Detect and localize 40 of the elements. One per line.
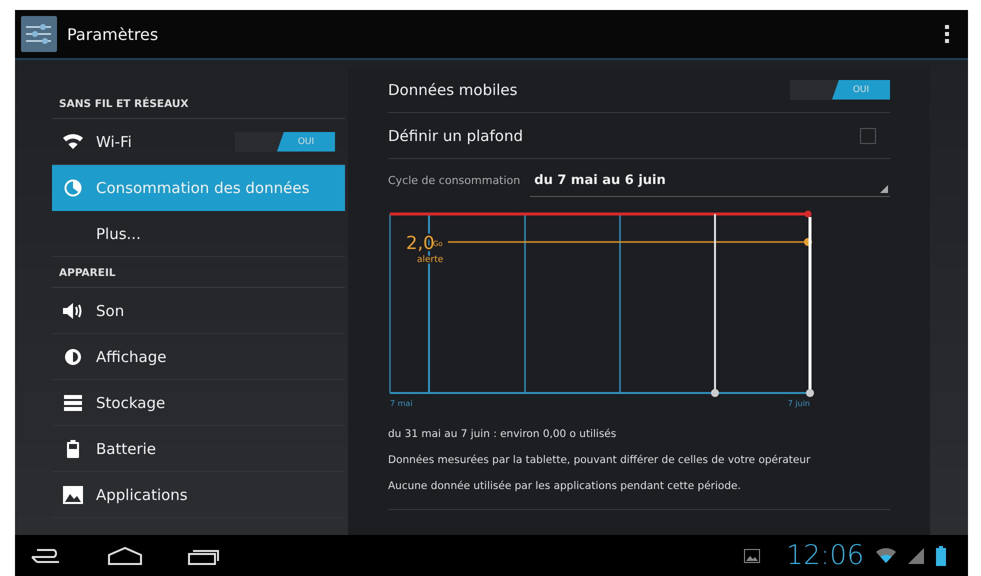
battery-icon: [67, 440, 79, 458]
limit-checkbox[interactable]: [860, 128, 876, 144]
axis-start-label: 7 mai: [390, 399, 413, 408]
wifi-icon: [63, 134, 83, 150]
speaker-icon: [62, 302, 84, 320]
overflow-menu-icon[interactable]: [944, 24, 950, 44]
settings-item[interactable]: Plus...: [52, 211, 345, 257]
pie-chart-icon: [64, 178, 82, 196]
settings-item[interactable]: Applications: [52, 472, 345, 518]
usage-note: du 31 mai au 7 juin : environ 0,00 o utilisés: [388, 427, 618, 442]
set-limit-label: Définir un plafond: [388, 126, 523, 144]
toggle-label: OUI: [277, 132, 335, 152]
settings-sliders-icon: [21, 16, 57, 52]
usage-note: Données mesurées par la tablette, pouvant différer de celles de votre opérateur: [388, 453, 812, 468]
mobile-data-label: Données mobiles: [388, 80, 518, 98]
battery-status-icon: [936, 546, 946, 566]
storage-icon: [64, 394, 82, 410]
brightness-icon: [64, 348, 82, 366]
toggle-label: OUI: [832, 80, 890, 100]
clock: 12:06: [786, 540, 864, 571]
warning-line[interactable]: [448, 238, 812, 246]
usage-note: Aucune donnée utilisée par les applications pendant cette période.: [388, 479, 742, 494]
settings-item[interactable]: Affichage: [52, 334, 345, 380]
section-header: SANS FIL ET RÉSEAUX: [52, 88, 345, 119]
cycle-end-handle[interactable]: [806, 217, 814, 397]
cycle-start-handle[interactable]: [711, 214, 719, 397]
screen-title: Paramètres: [67, 24, 160, 44]
wifi-signal-icon: [876, 548, 896, 564]
axis-end-label: 7 juin: [788, 399, 810, 408]
home-icon[interactable]: [107, 546, 143, 566]
settings-item[interactable]: Batterie: [52, 426, 345, 472]
image-notification-icon[interactable]: [744, 548, 760, 562]
section-header: APPAREIL: [52, 257, 345, 288]
cycle-dropdown[interactable]: du 7 mai au 6 juin: [530, 163, 890, 197]
cell-signal-icon: [908, 548, 924, 564]
settings-item[interactable]: Son: [52, 288, 345, 334]
dropdown-corner-icon: [880, 185, 888, 193]
cycle-label: Cycle de consommation: [388, 174, 520, 186]
picture-icon: [63, 486, 83, 504]
settings-item[interactable]: Stockage: [52, 380, 345, 426]
